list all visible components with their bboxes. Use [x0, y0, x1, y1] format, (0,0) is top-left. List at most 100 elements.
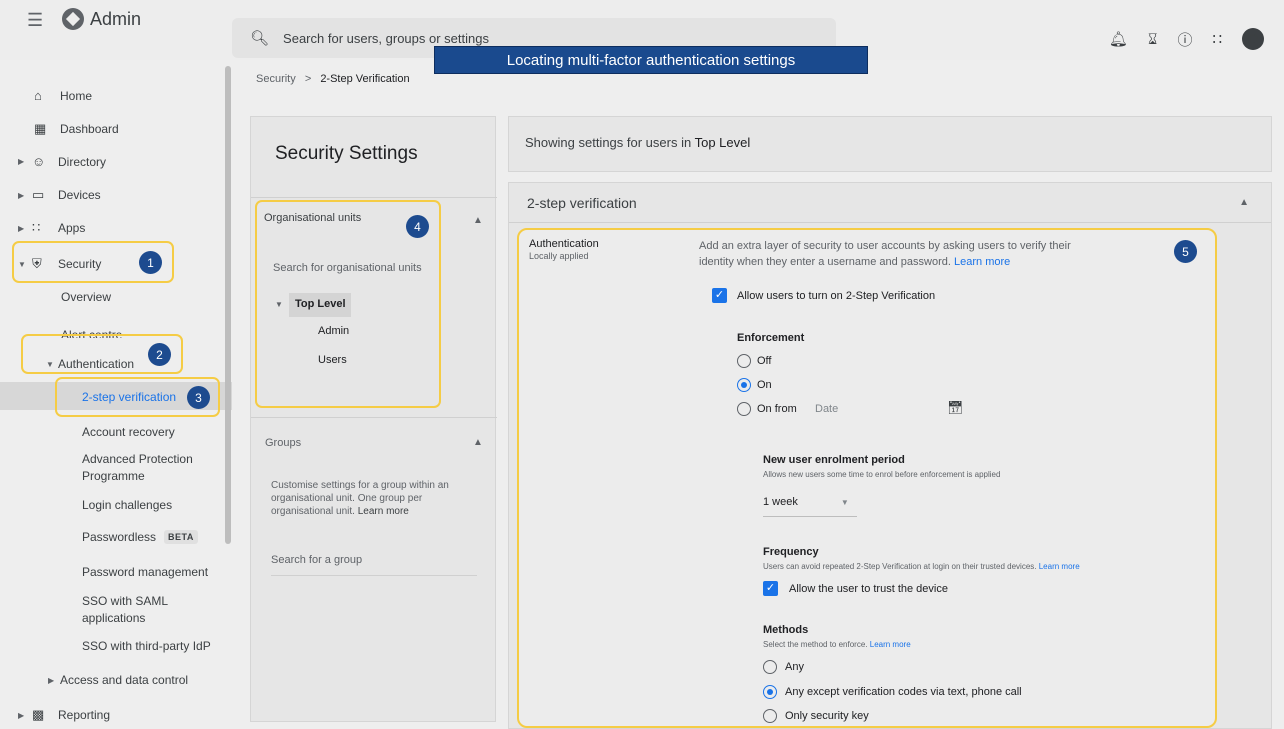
- sidebar-item-reporting[interactable]: ▶ ▩ Reporting: [18, 707, 110, 723]
- frequency-desc-text: Users can avoid repeated 2-Step Verifica…: [763, 562, 1037, 571]
- section-header[interactable]: 2-step verification ▲: [509, 183, 1271, 223]
- annotation-banner: Locating multi-factor authentication set…: [434, 46, 868, 74]
- sidebar-item-authentication[interactable]: ▼ Authentication: [46, 357, 134, 371]
- methods-desc: Select the method to enforce. Learn more: [763, 640, 911, 649]
- frequency-title: Frequency: [763, 546, 819, 558]
- group-search[interactable]: Search for a group: [271, 554, 362, 566]
- sidebar-item-label: Directory: [58, 154, 107, 169]
- enforcement-on-from-radio[interactable]: [737, 402, 751, 416]
- new-user-title: New user enrolment period: [763, 454, 905, 466]
- divider: [251, 197, 497, 198]
- sidebar-item-advanced-protection[interactable]: Advanced Protection Programme: [82, 452, 193, 483]
- method-any-radio[interactable]: [763, 660, 777, 674]
- sidebar-item-access-data-control[interactable]: ▶ Access and data control: [48, 673, 188, 687]
- callout-badge-2: 2: [148, 343, 171, 366]
- new-user-desc: Allows new users some time to enrol befo…: [763, 470, 1001, 479]
- sidebar-item-overview[interactable]: Overview: [61, 290, 111, 304]
- search-input[interactable]: [283, 30, 584, 46]
- chevron-up-icon[interactable]: ▲: [1239, 197, 1249, 208]
- method-except-radio[interactable]: [763, 685, 777, 699]
- sidebar-item-security[interactable]: ▼ ⛨ Security: [18, 256, 101, 272]
- home-icon: ⌂: [34, 88, 42, 103]
- desc-line: identity when they enter a username and …: [699, 256, 951, 268]
- dashboard-icon: ▦: [34, 121, 47, 136]
- select-underline: [763, 516, 857, 517]
- sidebar-item-label: Account recovery: [82, 425, 175, 439]
- enrolment-select[interactable]: 1 week ▼: [763, 496, 849, 508]
- app-title: Admin: [90, 8, 142, 29]
- sidebar-item-two-step-verification[interactable]: 2-step verification: [82, 390, 176, 404]
- caret-right-icon: ▶: [18, 157, 25, 166]
- divider: [271, 575, 477, 576]
- apps-grid-icon[interactable]: ∷: [1212, 30, 1222, 48]
- trust-device-label: Allow the user to trust the device: [789, 583, 948, 595]
- notifications-bell-icon[interactable]: 🔔︎: [1109, 30, 1128, 48]
- enrolment-value: 1 week: [763, 496, 798, 508]
- breadcrumb: Security > 2-Step Verification: [256, 73, 410, 85]
- calendar-icon[interactable]: 📅︎: [947, 400, 964, 416]
- apps-grid-icon: ∷: [32, 220, 41, 235]
- auth-description: Add an extra layer of security to user a…: [699, 238, 1071, 270]
- avatar[interactable]: D: [1242, 28, 1264, 50]
- callout-badge-4: 4: [406, 215, 429, 238]
- caret-right-icon: ▶: [18, 710, 25, 720]
- sidebar-item-passwordless[interactable]: Passwordless BETA: [82, 530, 198, 544]
- hourglass-tasks-icon[interactable]: ⌛︎: [1148, 31, 1157, 48]
- allow-2sv-checkbox[interactable]: ✓: [712, 288, 727, 303]
- sidebar-item-dashboard[interactable]: ▦ Dashboard: [34, 121, 119, 137]
- sidebar-item-label: Access and data control: [60, 673, 189, 687]
- sidebar-item-sso-third-party[interactable]: SSO with third-party IdP: [82, 639, 211, 653]
- methods-desc-text: Select the method to enforce.: [763, 640, 868, 649]
- sidebar-item-password-management[interactable]: Password management: [82, 565, 208, 579]
- chevron-up-icon[interactable]: ▲: [473, 215, 483, 226]
- showing-target: Top Level: [694, 135, 751, 150]
- method-any-label: Any: [785, 661, 804, 673]
- groups-description: Customise settings for a group within an…: [271, 479, 449, 518]
- trust-device-checkbox[interactable]: ✓: [763, 581, 778, 596]
- desc-line: Add an extra layer of security to user a…: [699, 240, 1071, 252]
- caret-right-icon: ▶: [48, 675, 55, 685]
- method-key-radio[interactable]: [763, 709, 777, 723]
- breadcrumb-security[interactable]: Security: [256, 73, 296, 85]
- sidebar-item-label: Authentication: [58, 357, 135, 371]
- menu-icon[interactable]: ☰: [27, 10, 43, 31]
- frequency-desc: Users can avoid repeated 2-Step Verifica…: [763, 562, 1080, 571]
- person-icon: ☺: [32, 154, 46, 169]
- admin-logo[interactable]: Admin: [62, 8, 141, 30]
- sidebar-item-label: SSO with SAML: [82, 594, 169, 608]
- sidebar-item-label: SSO with third-party IdP: [82, 639, 211, 653]
- sidebar-item-login-challenges[interactable]: Login challenges: [82, 498, 172, 512]
- learn-more-link[interactable]: Learn more: [954, 256, 1010, 268]
- sidebar-item-label: Overview: [61, 290, 112, 304]
- sidebar-item-devices[interactable]: ▶ ▭ Devices: [18, 187, 101, 203]
- sidebar-scrollbar[interactable]: [225, 66, 231, 544]
- sidebar-item-label: applications: [82, 611, 146, 625]
- authentication-settings-card: Authentication Locally applied Add an ex…: [517, 228, 1217, 728]
- groups-desc-line: Customise settings for a group within an: [271, 480, 449, 491]
- sidebar-item-label: Dashboard: [60, 122, 119, 136]
- frequency-learn-more-link[interactable]: Learn more: [1039, 562, 1080, 571]
- sidebar-item-sso-saml[interactable]: SSO with SAML applications: [82, 594, 168, 625]
- date-input[interactable]: Date: [815, 403, 838, 415]
- sidebar-item-home[interactable]: ⌂ Home: [34, 88, 92, 103]
- sidebar-item-apps[interactable]: ▶ ∷ Apps: [18, 220, 85, 236]
- groups-desc-line: organisational unit.: [271, 506, 355, 517]
- sidebar-item-label: Reporting: [58, 708, 111, 722]
- chevron-up-icon[interactable]: ▲: [473, 437, 483, 448]
- sidebar-item-label: Apps: [58, 221, 86, 235]
- groups-learn-more-link[interactable]: Learn more: [358, 506, 409, 517]
- auth-title: Authentication: [529, 238, 599, 250]
- breadcrumb-current: 2-Step Verification: [320, 73, 410, 85]
- enforcement-on-radio[interactable]: [737, 378, 751, 392]
- sidebar-item-account-recovery[interactable]: Account recovery: [82, 425, 175, 439]
- search-icon[interactable]: 🔍︎: [250, 29, 269, 47]
- caret-down-icon: ▼: [18, 259, 26, 269]
- sidebar-item-directory[interactable]: ▶ ☺ Directory: [18, 154, 106, 169]
- breadcrumb-separator: >: [304, 73, 312, 85]
- caret-right-icon: ▶: [18, 223, 25, 233]
- help-icon[interactable]: ⓘ: [1177, 29, 1192, 50]
- enforcement-off-radio[interactable]: [737, 354, 751, 368]
- sidebar-item-label: Passwordless: [82, 530, 157, 544]
- methods-learn-more-link[interactable]: Learn more: [870, 640, 911, 649]
- groups-label: Groups: [265, 437, 302, 449]
